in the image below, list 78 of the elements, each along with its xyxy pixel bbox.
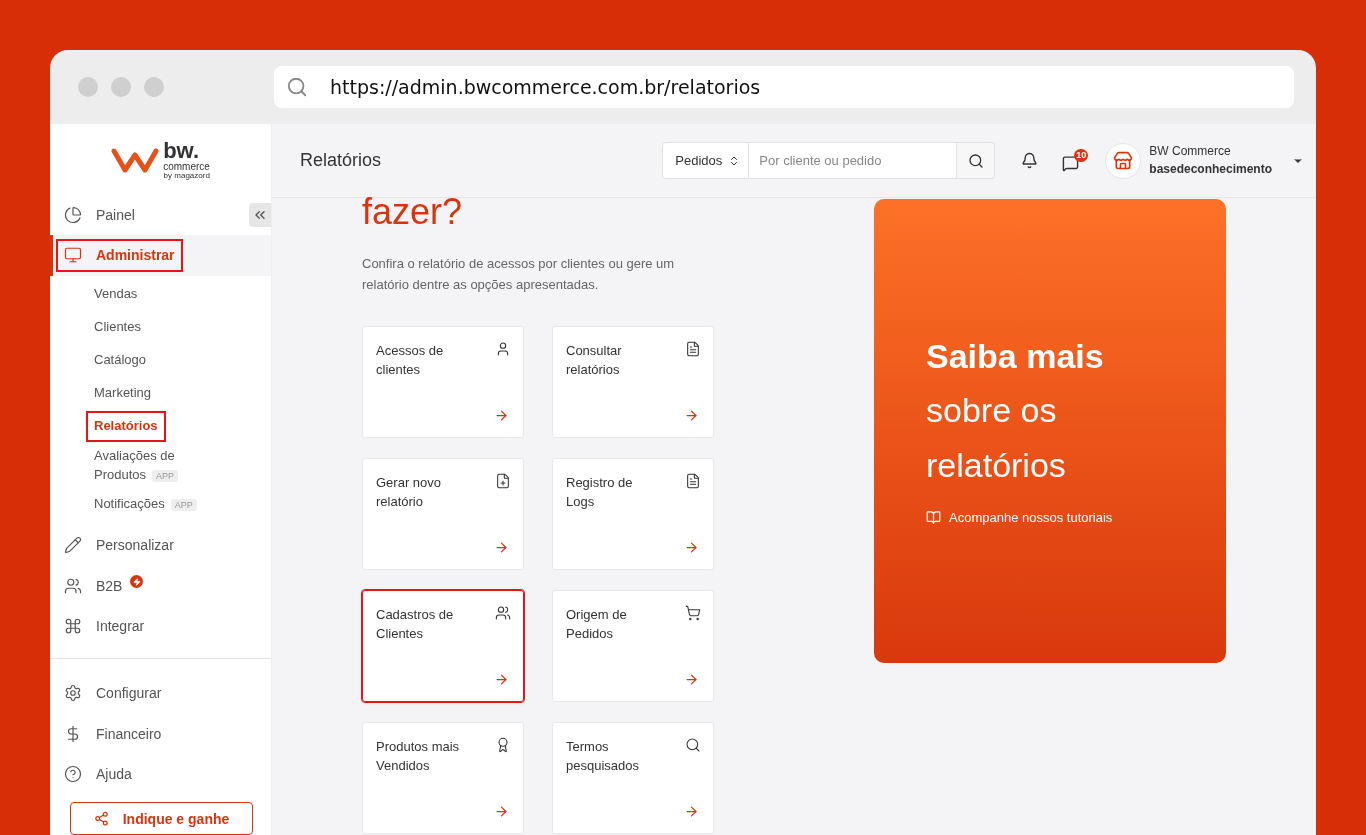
file-plus-icon (495, 472, 511, 489)
arrow-right-icon (494, 407, 509, 423)
document-icon (685, 340, 701, 357)
store-name: basedeconhecimento (1149, 160, 1272, 178)
sidebar-item[interactable]: Painel (58, 201, 141, 230)
page-title: Relatórios (300, 150, 383, 171)
window-dot[interactable] (111, 77, 131, 97)
sidebar-item[interactable]: Personalizar (58, 531, 180, 560)
arrow-right-icon (494, 671, 509, 687)
refer-button[interactable]: Indique e ganhe (70, 802, 253, 835)
sidebar-subitem[interactable]: Notificações APP (88, 491, 198, 519)
report-card[interactable]: Consultar relatórios (552, 325, 714, 438)
document-icon (685, 472, 701, 489)
report-card[interactable]: Cadastros de Clientes (362, 589, 524, 702)
sidebar-item[interactable]: B2B (58, 571, 129, 600)
arrow-right-icon (494, 539, 509, 555)
pencil-icon (64, 536, 82, 555)
promo-title: Saiba mais (926, 336, 1105, 377)
url-field[interactable]: https://admin.bwcommerce.com.br/relatorios (274, 66, 1294, 108)
help-icon (64, 765, 82, 783)
search-field[interactable]: Por cliente ou pedido (749, 142, 958, 179)
notifications-button[interactable] (1021, 152, 1039, 169)
messages-button[interactable]: 10 (1062, 149, 1094, 172)
arrow-right-icon (494, 803, 509, 819)
sidebar-item[interactable]: Integrar (58, 611, 151, 641)
report-card[interactable]: Acessos de clientes (362, 325, 524, 438)
report-card[interactable]: Termos pesquisados (552, 721, 714, 834)
user-icon (495, 340, 511, 357)
users-icon (64, 576, 82, 595)
promo-subtitle: sobre os relatórios (926, 390, 1067, 486)
report-card[interactable]: Registro de Logs (552, 457, 714, 570)
sidebar-item[interactable]: Configurar (58, 679, 168, 708)
report-card[interactable]: Origem de Pedidos (552, 589, 714, 702)
collapse-sidebar-button[interactable] (249, 203, 271, 228)
arrow-right-icon (684, 407, 699, 423)
cart-icon (685, 604, 701, 621)
logo: bw. commerce by magazord (50, 124, 271, 196)
sidebar-subitem[interactable]: Avaliações de Produtos APP (88, 442, 198, 489)
book-icon (926, 510, 941, 526)
arrow-right-icon (684, 539, 699, 555)
tutorials-link[interactable]: Acompanhe nossos tutoriais (926, 510, 1206, 526)
pie-chart-icon (64, 206, 82, 225)
sidebar-item[interactable]: Financeiro (58, 719, 168, 748)
monitor-icon (64, 246, 82, 265)
search-type-select[interactable]: Pedidos (662, 142, 750, 179)
report-card[interactable]: Gerar novo relatório (362, 457, 524, 570)
search-icon (967, 152, 984, 169)
sidebar-subitem[interactable]: Catálogo (88, 346, 153, 374)
sidebar-subitem[interactable]: Vendas (88, 280, 144, 308)
app-badge: APP (152, 469, 179, 482)
window-dot[interactable] (78, 77, 98, 97)
section-heading: fazer? (362, 194, 464, 230)
share-icon (93, 811, 109, 827)
app-badge: APP (170, 499, 197, 512)
bell-icon (1021, 152, 1039, 169)
store-icon (1113, 150, 1134, 171)
users-icon (495, 604, 511, 621)
intro-text: Confira o relatório de acessos por clientes ou gere um relatório dentre as opções apresentadas. (362, 255, 676, 294)
search-button[interactable] (957, 142, 996, 179)
window-dot[interactable] (144, 77, 164, 97)
url-text: https://admin.bwcommerce.com.br/relatorios (330, 76, 761, 98)
award-icon (495, 736, 511, 753)
arrow-right-icon (684, 803, 699, 819)
search-icon (685, 736, 701, 753)
logo-icon (111, 145, 160, 174)
store-avatar[interactable] (1105, 142, 1142, 179)
command-icon (64, 617, 82, 636)
report-card[interactable]: Produtos mais Vendidos (362, 721, 524, 834)
account-name: BW Commerce (1149, 143, 1232, 161)
settings-icon (64, 684, 82, 703)
search-icon (286, 76, 308, 98)
arrow-right-icon (684, 671, 699, 687)
sidebar-subitem[interactable]: Marketing (88, 379, 158, 407)
sidebar-item[interactable]: Ajuda (58, 759, 138, 789)
sidebar-subitem[interactable]: Clientes (88, 313, 147, 341)
sidebar-subitem[interactable]: Relatórios (88, 412, 164, 440)
message-count: 10 (1074, 149, 1089, 162)
sidebar-item[interactable]: Administrar (58, 241, 181, 270)
